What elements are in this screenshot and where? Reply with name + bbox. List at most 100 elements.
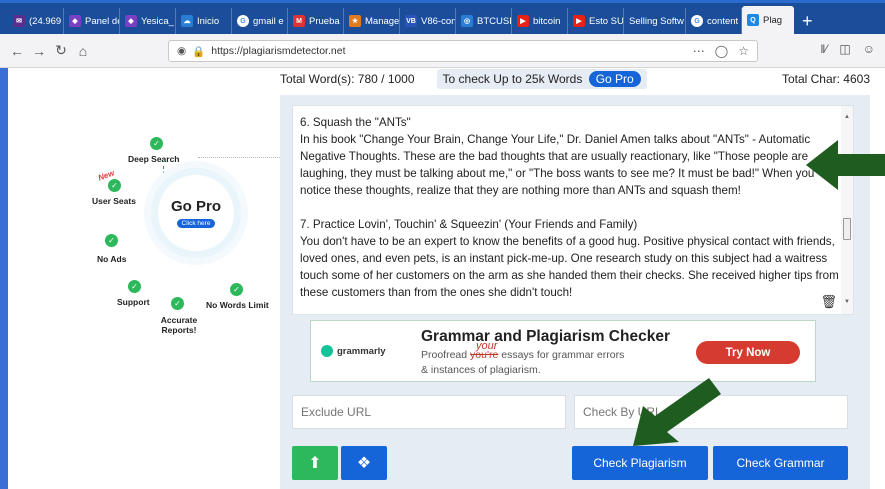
bookmark-star-icon[interactable]: ☆ <box>738 44 749 58</box>
tab-label: content <box>707 15 739 27</box>
tab-label: Selling Softw <box>629 15 684 27</box>
tab-favicon-icon: ◆ <box>125 15 137 27</box>
upload-button[interactable]: ⬆ <box>292 446 338 480</box>
tab-favicon-icon: G <box>691 15 703 27</box>
check-grammar-button[interactable]: Check Grammar <box>713 446 848 480</box>
tab-label: Prueba <box>309 15 340 27</box>
feature-deep-search: Deep Search <box>128 154 180 164</box>
total-words: Total Word(s): 780 / 1000 <box>280 72 415 86</box>
browser-tab[interactable]: ◆ Yesica_ <box>120 8 176 34</box>
tab-label: bitcoin <box>533 15 561 27</box>
go-pro-circle[interactable]: Go Pro Click here <box>158 175 234 251</box>
browser-tab[interactable]: ★ Manage <box>344 8 400 34</box>
grammarly-ad[interactable]: grammarly Grammar and Plagiarism Checker… <box>310 320 816 382</box>
grammarly-brand-text: grammarly <box>337 345 386 357</box>
tab-label: gmail e <box>253 15 284 27</box>
tab-label: Inicio <box>197 15 220 27</box>
paragraph-body: You don't have to be an expert to know t… <box>300 235 839 299</box>
tab-favicon-icon: ▶ <box>573 15 585 27</box>
word-stats-bar: Total Word(s): 780 / 1000 To check Up to… <box>280 68 870 90</box>
upload-icon: ⬆ <box>308 455 322 472</box>
dropbox-button[interactable]: ❖ <box>341 446 387 480</box>
upgrade-note: To check Up to 25k Words Go Pro <box>436 69 647 89</box>
tab-label: Panel de <box>85 15 120 27</box>
feature-support: Support <box>117 297 150 307</box>
annotation-arrow-down <box>633 378 721 446</box>
paragraph-title: 7. Practice Lovin', Touchin' & Squeezin'… <box>300 218 638 231</box>
feature-accurate-reports: Accurate Reports! <box>160 315 198 335</box>
shield-icon[interactable]: ◉ <box>177 45 186 57</box>
reload-icon[interactable]: ↻ <box>50 40 72 62</box>
tab-favicon-icon: G <box>237 15 249 27</box>
connector <box>163 166 164 180</box>
library-icon[interactable]: ‖⁄ <box>820 42 827 56</box>
tab-favicon-icon: M <box>293 15 305 27</box>
go-pro-title: Go Pro <box>170 198 221 215</box>
content-textarea[interactable]: 6. Squash the "ANTs" In his book "Change … <box>292 105 854 315</box>
browser-tab[interactable]: ✉ (24.969 <box>8 8 64 34</box>
tab-label: Manage <box>365 15 400 27</box>
tab-label: Plag <box>763 14 783 26</box>
check-icon: ✓ <box>128 280 141 293</box>
new-tab-icon[interactable]: + <box>794 8 821 34</box>
scroll-up-icon[interactable]: ▲ <box>841 109 853 126</box>
try-now-button[interactable]: Try Now <box>696 341 800 364</box>
feature-no-words-limit: No Words Limit <box>206 300 269 310</box>
feature-no-ads: No Ads <box>97 254 127 264</box>
browser-tab[interactable]: M Prueba <box>288 8 344 34</box>
tab-favicon-icon: ✉ <box>13 15 25 27</box>
ad-sub-pre: Proofread <box>421 349 471 361</box>
scroll-thumb[interactable] <box>843 218 851 240</box>
tab-favicon-icon: ◆ <box>69 15 81 27</box>
exclude-url-input[interactable] <box>292 395 566 429</box>
browser-tab[interactable]: Selling Softw <box>624 8 686 34</box>
browser-tab[interactable]: ☁ Inicio <box>176 8 232 34</box>
browser-tab[interactable]: Ggmail e <box>232 8 288 34</box>
browser-tab[interactable]: ◆ Panel de <box>64 8 120 34</box>
ad-strike-word: you're <box>470 349 499 361</box>
check-plagiarism-button[interactable]: Check Plagiarism <box>572 446 708 480</box>
browser-tab[interactable]: ▶ bitcoin <box>512 8 568 34</box>
go-pro-button[interactable]: Go Pro <box>588 71 641 87</box>
tab-label: Esto SU <box>589 15 624 27</box>
ad-subtext: Proofread you're essays for grammar erro… <box>421 348 624 378</box>
check-icon: ✓ <box>230 283 243 296</box>
ad-headline: Grammar and Plagiarism Checker <box>421 328 670 345</box>
back-icon[interactable]: ← <box>6 40 28 62</box>
page-left-edge <box>0 68 8 489</box>
tab-label: V86-con <box>421 15 456 27</box>
tab-favicon-icon: ★ <box>349 15 361 27</box>
annotation-arrow-left <box>806 140 885 190</box>
promo-dotted-line <box>198 157 288 158</box>
check-icon: ✓ <box>105 234 118 247</box>
trash-icon[interactable]: 🗑 <box>820 293 837 310</box>
url-text: https://plagiarismdetector.net <box>211 45 346 57</box>
grammarly-logo-icon <box>321 345 333 357</box>
browser-tab[interactable]: ◎ BTCUSD <box>456 8 512 34</box>
url-bar[interactable]: ◉ 🔒 https://plagiarismdetector.net ⋯ ◯ ☆ <box>168 40 758 62</box>
sidebar-icon[interactable]: ◫ <box>839 42 850 56</box>
home-icon[interactable]: ⌂ <box>72 40 94 62</box>
click-here-button[interactable]: Click here <box>176 219 216 228</box>
pocket-icon[interactable]: ◯ <box>715 44 728 58</box>
go-pro-promo[interactable]: ✓ Deep Search New ✓ User Seats ✓ No Ads … <box>80 120 288 340</box>
ad-sub-line2: & instances of plagiarism. <box>421 364 541 376</box>
forward-icon[interactable]: → <box>28 40 50 62</box>
dropbox-icon: ❖ <box>356 455 372 472</box>
page-actions-icon[interactable]: ⋯ <box>693 44 705 58</box>
browser-tab[interactable]: VB V86-con <box>400 8 456 34</box>
account-icon[interactable]: ☺ <box>863 42 875 56</box>
tab-label: Yesica_ <box>141 15 174 27</box>
check-up-text: To check Up to 25k Words <box>442 72 583 86</box>
browser-tab[interactable]: Gcontent <box>686 8 742 34</box>
feature-user-seats: User Seats <box>92 196 136 206</box>
browser-nav-bar: ← → ↻ ⌂ ◉ 🔒 https://plagiarismdetector.n… <box>0 34 885 68</box>
browser-tab[interactable]: QPlag✕ <box>742 6 794 34</box>
lock-icon: 🔒 <box>192 45 206 58</box>
scroll-down-icon[interactable]: ▼ <box>841 294 853 311</box>
tab-favicon-icon: ◎ <box>461 15 473 27</box>
textarea-scrollbar[interactable]: ▲ ▼ <box>841 106 853 314</box>
tab-favicon-icon: ▶ <box>517 15 529 27</box>
total-chars: Total Char: 4603 <box>781 72 870 86</box>
browser-tab[interactable]: ▶ Esto SU <box>568 8 624 34</box>
